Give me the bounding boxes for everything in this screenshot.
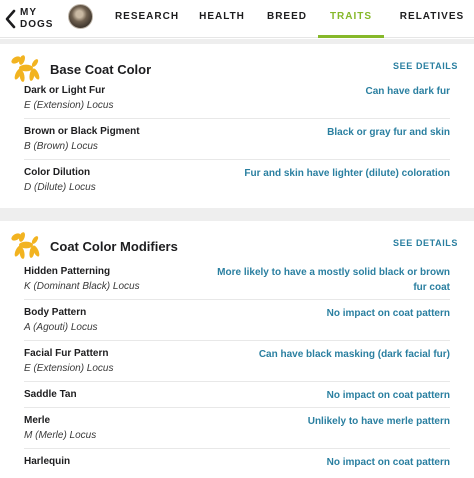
section-title: Base Coat Color: [50, 62, 152, 77]
trait-row[interactable]: Facial Fur Pattern E (Extension) Locus C…: [0, 340, 474, 381]
trait-name: Hidden Patterning: [24, 266, 111, 277]
chevron-left-icon: [5, 9, 16, 29]
tab-label: TRAITS: [329, 11, 373, 22]
trait-result[interactable]: Can have black masking (dark facial fur): [259, 347, 450, 362]
section-base-coat-color: Base Coat Color SEE DETAILS Dark or Ligh…: [0, 44, 474, 208]
divider: [24, 299, 450, 300]
trait-locus: B (Brown) Locus: [24, 141, 98, 152]
trait-result[interactable]: Unlikely to have merle pattern: [308, 414, 450, 429]
section-coat-color-modifiers: Coat Color Modifiers SEE DETAILS Hidden …: [0, 221, 474, 478]
back-label: MY DOGS: [20, 7, 54, 30]
divider: [24, 448, 450, 449]
section-gap: [0, 208, 474, 221]
divider: [24, 407, 450, 408]
trait-locus: K (Dominant Black) Locus: [24, 281, 140, 292]
trait-row[interactable]: Merle M (Merle) Locus Unlikely to have m…: [0, 407, 474, 448]
trait-row[interactable]: Saddle Tan No impact on coat pattern: [0, 381, 474, 407]
top-nav: MY DOGS RESEARCH HEALTH BREED TRAITS REL…: [0, 0, 474, 38]
trait-row[interactable]: Body Pattern A (Agouti) Locus No impact …: [0, 299, 474, 340]
trait-row[interactable]: Color Dilution D (Dilute) Locus Fur and …: [0, 159, 474, 207]
divider: [24, 118, 450, 119]
see-details-link[interactable]: SEE DETAILS: [393, 238, 458, 248]
trait-row[interactable]: Dark or Light Fur E (Extension) Locus Ca…: [0, 78, 474, 118]
trait-result[interactable]: Fur and skin have lighter (dilute) color…: [244, 166, 450, 181]
tab-health[interactable]: HEALTH: [195, 0, 249, 38]
tab-label: BREED: [266, 11, 307, 22]
trait-name: Body Pattern: [24, 307, 87, 318]
trait-row[interactable]: Hidden Patterning K (Dominant Black) Loc…: [0, 259, 474, 299]
tab-label: RELATIVES: [399, 11, 465, 22]
balloon-dog-icon: [11, 232, 40, 259]
trait-result[interactable]: No impact on coat pattern: [327, 306, 450, 321]
tab-breed[interactable]: BREED: [265, 0, 309, 38]
trait-row[interactable]: Brown or Black Pigment B (Brown) Locus B…: [0, 118, 474, 159]
trait-result[interactable]: No impact on coat pattern: [327, 388, 450, 403]
trait-locus: A (Agouti) Locus: [24, 322, 98, 333]
section-title: Coat Color Modifiers: [50, 239, 178, 254]
trait-name: Merle: [24, 415, 51, 426]
dog-avatar[interactable]: [68, 4, 93, 29]
trait-locus: D (Dilute) Locus: [24, 182, 96, 193]
trait-row[interactable]: Harlequin No impact on coat pattern: [0, 448, 474, 476]
trait-result[interactable]: No impact on coat pattern: [327, 455, 450, 470]
trait-locus: E (Extension) Locus: [24, 100, 114, 111]
tab-label: HEALTH: [199, 11, 245, 22]
tab-traits[interactable]: TRAITS: [318, 0, 384, 38]
trait-name: Harlequin: [24, 456, 71, 467]
trait-result[interactable]: Can have dark fur: [366, 84, 450, 99]
tab-label: RESEARCH: [114, 11, 180, 22]
trait-name: Saddle Tan: [24, 389, 77, 400]
trait-name: Color Dilution: [24, 167, 91, 178]
trait-locus: E (Extension) Locus: [24, 363, 114, 374]
trait-name: Facial Fur Pattern: [24, 348, 109, 359]
divider: [24, 159, 450, 160]
active-tab-indicator: [318, 35, 384, 38]
tab-relatives[interactable]: RELATIVES: [397, 0, 467, 38]
trait-result[interactable]: Black or gray fur and skin: [327, 125, 450, 140]
trait-name: Brown or Black Pigment: [24, 126, 140, 137]
tab-research[interactable]: RESEARCH: [111, 0, 183, 38]
trait-result[interactable]: More likely to have a mostly solid black…: [210, 265, 450, 295]
divider: [24, 340, 450, 341]
divider: [24, 381, 450, 382]
see-details-link[interactable]: SEE DETAILS: [393, 61, 458, 71]
trait-name: Dark or Light Fur: [24, 85, 106, 96]
trait-locus: M (Merle) Locus: [24, 430, 97, 441]
back-to-my-dogs-button[interactable]: MY DOGS: [4, 4, 60, 34]
